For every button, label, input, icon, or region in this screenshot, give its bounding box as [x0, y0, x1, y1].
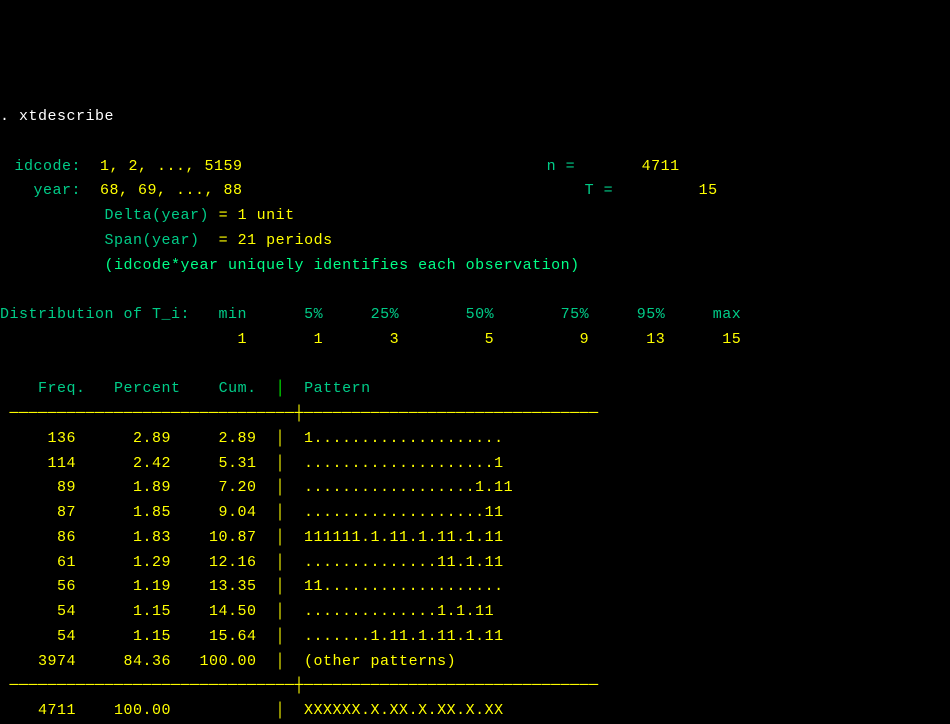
table-total: 4711 100.00 │ XXXXXX.X.XX.X.XX.X.XX: [0, 702, 504, 719]
table-row: 136 2.89 2.89 │ 1.................... 11…: [0, 430, 513, 670]
dist-p95-lbl: 95%: [637, 306, 666, 323]
dist-p50: 5: [485, 331, 495, 348]
hdr-cum: Cum.: [219, 380, 257, 397]
dist-max: 15: [722, 331, 741, 348]
T-label: T =: [585, 182, 614, 199]
hdr-pattern: Pattern: [304, 380, 371, 397]
n-label: n =: [547, 158, 576, 175]
dist-p5: 1: [314, 331, 324, 348]
id-label: idcode:: [0, 155, 81, 180]
dist-header: Distribution of T_i:: [0, 306, 190, 323]
dist-max-lbl: max: [713, 306, 742, 323]
hr-below: ──────────────────────────────┼─────────…: [0, 677, 599, 694]
hr-above: ──────────────────────────────┼─────────…: [0, 405, 599, 422]
dist-p95: 13: [646, 331, 665, 348]
time-label: year:: [0, 179, 81, 204]
dist-p75-lbl: 75%: [561, 306, 590, 323]
hdr-percent: Percent: [114, 380, 181, 397]
dist-p5-lbl: 5%: [304, 306, 323, 323]
dist-min: 1: [238, 331, 248, 348]
T-value: 15: [699, 182, 718, 199]
hdr-freq: Freq.: [38, 380, 86, 397]
unique-note: (idcode*year uniquely identifies each ob…: [105, 257, 580, 274]
id-range: 1, 2, ..., 5159: [100, 158, 243, 175]
delta-value: = 1 unit: [219, 207, 295, 224]
span-value: = 21 periods: [219, 232, 333, 249]
time-range: 68, 69, ..., 88: [100, 182, 243, 199]
dist-p75: 9: [580, 331, 590, 348]
delta-label: Delta(year): [105, 207, 210, 224]
dist-p50-lbl: 50%: [466, 306, 495, 323]
dist-p25: 3: [390, 331, 400, 348]
dist-p25-lbl: 25%: [371, 306, 400, 323]
dist-min-lbl: min: [219, 306, 248, 323]
n-value: 4711: [642, 158, 680, 175]
span-label: Span(year): [105, 232, 200, 249]
command-line: . xtdescribe: [0, 108, 114, 125]
